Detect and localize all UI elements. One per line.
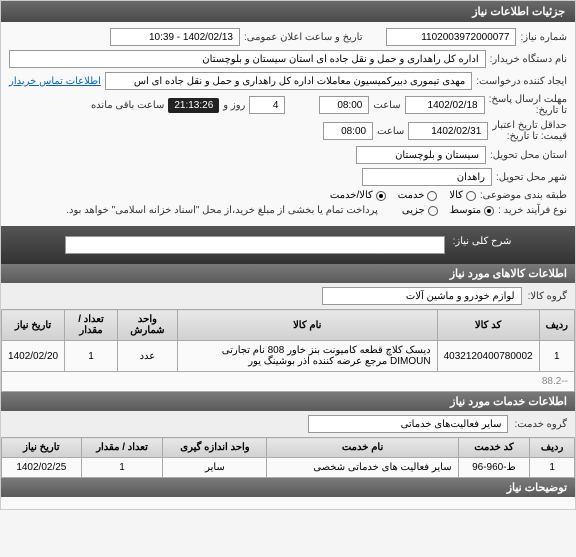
col-name: نام کالا (177, 310, 437, 341)
city-field: راهدان (362, 168, 492, 186)
deadline-date-field: 1402/02/18 (405, 96, 485, 114)
col-row: ردیف (539, 310, 574, 341)
buyer-field: اداره کل راهداری و حمل و نقل جاده ای است… (9, 50, 486, 68)
city-label: شهر محل تحویل: (496, 172, 567, 183)
table-row: 1 ط-960-96 سایر فعالیت های خدماتی شخصی س… (2, 458, 575, 478)
radio-both[interactable]: کالا/خدمت (330, 190, 386, 201)
radio-medium[interactable]: متوسط (450, 205, 494, 216)
scol-date: تاریخ نیاز (2, 438, 82, 458)
deadline-until-label: تا تاریخ: (489, 105, 567, 116)
col-unit: واحد شمارش (117, 310, 177, 341)
time-label-2: ساعت (377, 126, 404, 137)
province-field: سیستان و بلوچستان (356, 146, 486, 164)
creator-label: ایجاد کننده درخواست: (476, 76, 567, 87)
req-no-field: 1102003972000077 (386, 28, 516, 46)
purchase-type-radio-group: متوسط جزیی (402, 205, 494, 216)
scol-code: کد خدمت (458, 438, 530, 458)
goods-section-header: اطلاعات کالاهای مورد نیاز (1, 264, 575, 283)
col-code: کد کالا (437, 310, 539, 341)
contact-link[interactable]: اطلاعات تماس خریدار (9, 76, 101, 87)
services-group-label: گروه خدمت: (514, 419, 567, 430)
days-label: روز و (223, 100, 245, 111)
col-qty: تعداد / مقدار (65, 310, 118, 341)
radio-service[interactable]: خدمت (398, 190, 438, 201)
price-valid-label: حداقل تاریخ اعتبار (492, 120, 567, 131)
services-section-header: اطلاعات خدمات مورد نیاز (1, 392, 575, 411)
radio-small[interactable]: جزیی (402, 205, 438, 216)
summary-field: خرید قطعات ودستمزد تعمیرات جهت ماشین آلا… (65, 236, 445, 254)
deadline-time-field: 08:00 (319, 96, 369, 114)
time-label-1: ساعت (373, 100, 400, 111)
category-label: طبقه بندی موضوعی: (480, 190, 567, 201)
footer-section-header: توضیحات نیاز (1, 478, 575, 497)
services-group-field: سایر فعالیت‌های خدماتی (308, 415, 508, 433)
summary-label: شرح کلی نیاز: (453, 236, 512, 247)
goods-group-label: گروه کالا: (528, 291, 567, 302)
scol-name: نام خدمت (267, 438, 458, 458)
days-field: 4 (249, 96, 285, 114)
purchase-type-label: نوع فرآیند خرید : (498, 205, 567, 216)
payment-note: پرداخت تمام یا بخشی از مبلغ خرید،از محل … (66, 205, 378, 216)
services-table: ردیف کد خدمت نام خدمت واحد اندازه گیری ت… (1, 437, 575, 478)
announce-field: 1402/02/13 - 10:39 (110, 28, 240, 46)
goods-table: ردیف کد کالا نام کالا واحد شمارش تعداد /… (1, 309, 575, 392)
province-label: استان محل تحویل: (490, 150, 567, 161)
price-valid-time-field: 08:00 (323, 122, 373, 140)
table-row: 1 4032120400780002 دیسک کلاچ قطعه کامیون… (2, 341, 575, 372)
scol-qty: تعداد / مقدار (81, 438, 163, 458)
col-date: تاریخ نیاز (2, 310, 65, 341)
creator-field: مهدی تیموری دبیرکمیسیون معاملات اداره کل… (105, 72, 472, 90)
table-row: --88.2 (2, 372, 575, 392)
price-valid-label2: قیمت: تا تاریخ: (492, 131, 567, 142)
announce-label: تاریخ و ساعت اعلان عمومی: (244, 32, 363, 43)
category-radio-group: کالا خدمت کالا/خدمت (330, 190, 476, 201)
radio-goods[interactable]: کالا (449, 190, 476, 201)
main-header: جزئیات اطلاعات نیاز (1, 1, 575, 22)
deadline-label: مهلت ارسال پاسخ: (489, 94, 567, 105)
remain-label: ساعت باقی مانده (91, 100, 164, 111)
req-no-label: شماره نیاز: (520, 32, 567, 43)
goods-group-field: لوازم خودرو و ماشین آلات (322, 287, 522, 305)
buyer-label: نام دستگاه خریدار: (490, 54, 567, 65)
scol-row: ردیف (530, 438, 575, 458)
scol-unit: واحد اندازه گیری (163, 438, 267, 458)
price-valid-date-field: 1402/02/31 (408, 122, 488, 140)
countdown: 21:13:26 (168, 98, 219, 113)
